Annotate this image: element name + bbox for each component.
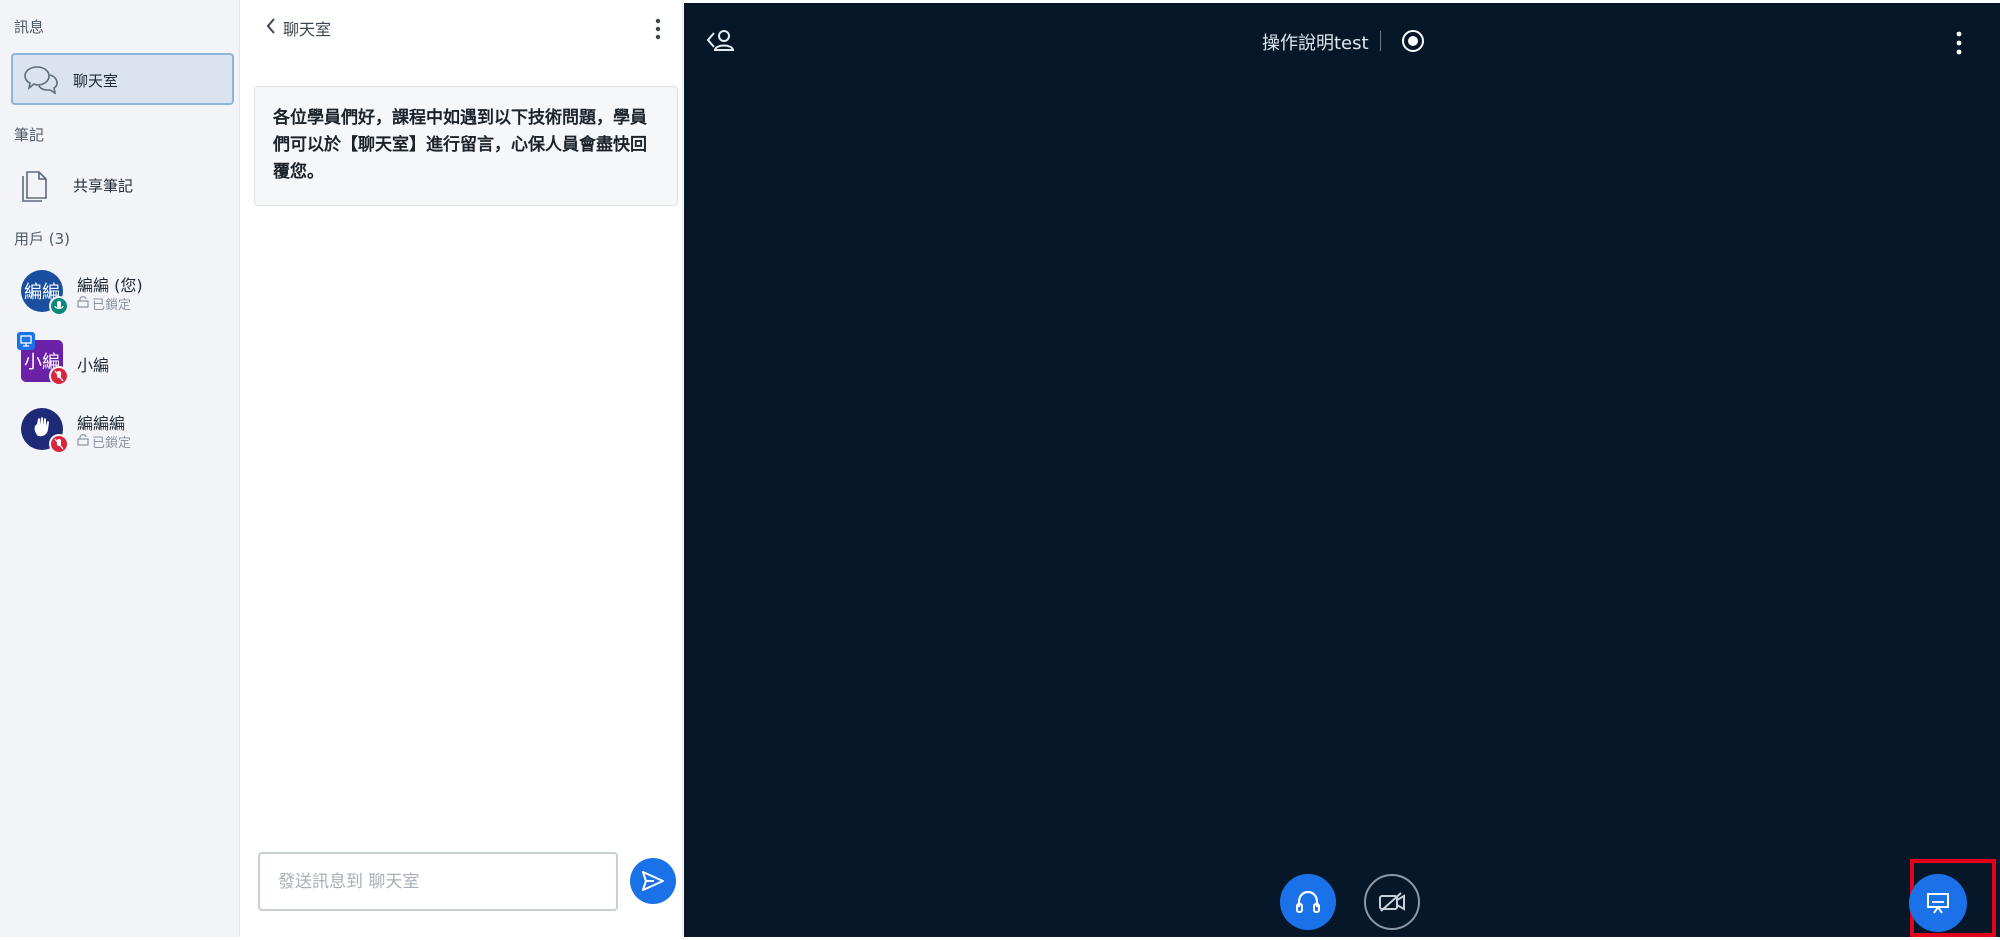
video-button[interactable] bbox=[1364, 874, 1420, 930]
chat-message-input[interactable] bbox=[258, 852, 618, 911]
user-list-item[interactable]: 小編 小編 bbox=[11, 332, 234, 392]
restore-presentation-button[interactable] bbox=[1909, 874, 1967, 932]
conference-app: 訊息 聊天室 筆記 共享筆記 用戶 (3) 編編 編編 (您) 已鎖定 小編 小… bbox=[0, 0, 2000, 937]
recording-button[interactable] bbox=[1400, 28, 1426, 54]
more-vertical-icon bbox=[1956, 31, 1962, 55]
chat-back-button[interactable]: 聊天室 bbox=[265, 17, 331, 39]
sidebar-item-chat-label: 聊天室 bbox=[73, 72, 119, 90]
raised-hand-icon bbox=[32, 416, 52, 443]
notes-heading: 筆記 bbox=[14, 126, 45, 144]
user-status: 已鎖定 bbox=[77, 294, 131, 313]
chat-options-button[interactable] bbox=[651, 16, 665, 42]
microphone-muted-icon bbox=[49, 434, 69, 454]
sidebar-item-chat[interactable]: 聊天室 bbox=[11, 53, 234, 105]
chat-panel: 聊天室 各位學員們好，課程中如遇到以下技術問題，學員們可以於【聊天室】進行留言，… bbox=[241, 0, 683, 937]
user-status-text: 已鎖定 bbox=[92, 436, 132, 451]
sidebar-item-shared-notes[interactable]: 共享筆記 bbox=[11, 160, 234, 208]
headphones-icon bbox=[1296, 890, 1320, 913]
microphone-muted-icon bbox=[49, 366, 69, 386]
meeting-title: 操作說明test bbox=[1262, 33, 1369, 54]
record-icon bbox=[1402, 30, 1424, 52]
presentation-area: 操作說明test bbox=[684, 3, 2000, 937]
presenter-icon bbox=[17, 332, 35, 350]
presentation-icon bbox=[1927, 893, 1949, 914]
messages-heading: 訊息 bbox=[14, 18, 45, 36]
title-divider bbox=[1380, 31, 1381, 51]
chat-title: 聊天室 bbox=[283, 20, 332, 39]
main-options-button[interactable] bbox=[1952, 29, 1966, 57]
user-status-text: 已鎖定 bbox=[92, 298, 132, 313]
welcome-message: 各位學員們好，課程中如遇到以下技術問題，學員們可以於【聊天室】進行留言，心保人員… bbox=[254, 86, 678, 206]
lock-icon bbox=[77, 433, 89, 450]
user-list-toggle-icon bbox=[706, 30, 735, 51]
send-message-button[interactable] bbox=[630, 858, 676, 904]
sidebar: 訊息 聊天室 筆記 共享筆記 用戶 (3) 編編 編編 (您) 已鎖定 小編 小… bbox=[0, 0, 240, 937]
user-list-item[interactable]: 編編編 已鎖定 bbox=[11, 402, 234, 460]
user-name: 編編 (您) bbox=[77, 276, 143, 295]
users-heading: 用戶 (3) bbox=[14, 230, 71, 248]
chevron-left-icon bbox=[265, 17, 277, 39]
user-status: 已鎖定 bbox=[77, 432, 131, 451]
microphone-icon bbox=[49, 296, 69, 316]
lock-icon bbox=[77, 295, 89, 312]
user-name: 小編 bbox=[77, 356, 110, 375]
user-list-item[interactable]: 編編 編編 (您) 已鎖定 bbox=[11, 264, 234, 322]
audio-button[interactable] bbox=[1280, 874, 1336, 930]
video-off-icon bbox=[1379, 892, 1405, 912]
document-icon bbox=[19, 166, 53, 202]
more-vertical-icon bbox=[655, 18, 661, 40]
chat-header: 聊天室 bbox=[241, 0, 683, 58]
toggle-user-list-button[interactable] bbox=[706, 27, 736, 53]
send-icon bbox=[642, 871, 664, 891]
user-name: 編編編 bbox=[77, 414, 126, 433]
sidebar-item-shared-notes-label: 共享筆記 bbox=[73, 177, 134, 195]
chat-bubbles-icon bbox=[23, 63, 59, 97]
